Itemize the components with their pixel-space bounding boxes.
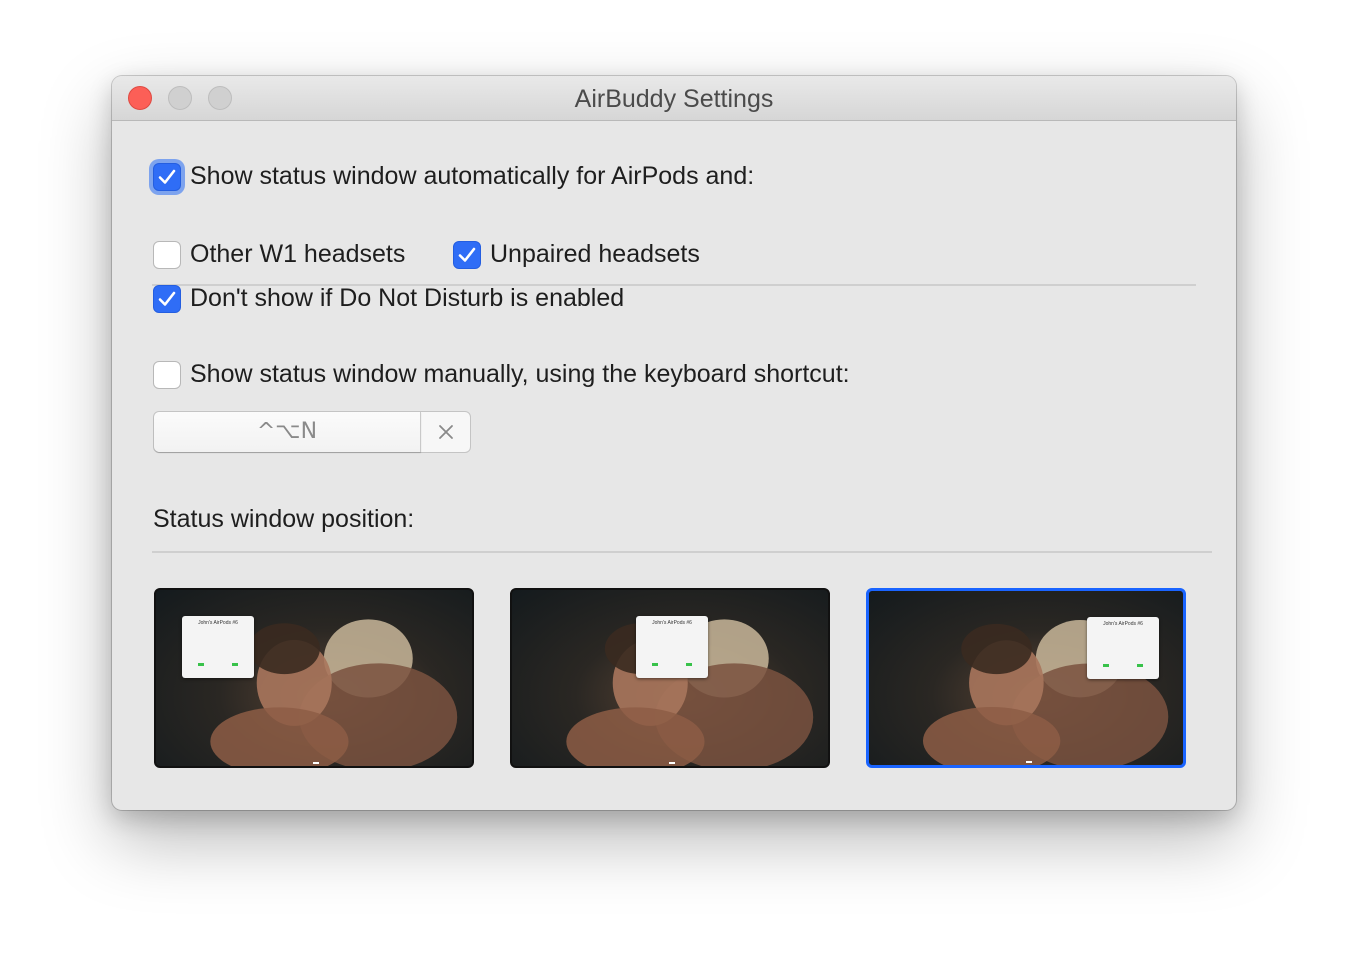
checkmark-icon [158,169,176,184]
settings-window: AirBuddy Settings Show status window aut… [112,76,1236,810]
position-center-option[interactable]: John's AirPods #6 [510,588,830,768]
unpaired-label: Unpaired headsets [490,240,700,268]
preview-title: John's AirPods #6 [1103,621,1143,627]
checkmark-icon [158,291,176,306]
unpaired-checkbox[interactable] [453,240,481,269]
position-left-option[interactable]: John's AirPods #6 [154,588,474,768]
checkmark-icon [458,247,476,262]
status-window-preview: John's AirPods #6 [182,616,254,678]
position-right-option[interactable]: John's AirPods #6 [866,588,1186,768]
battery-indicator [1137,664,1143,667]
auto-show-option[interactable]: Show status window automatically for Air… [153,162,754,191]
preview-title: John's AirPods #6 [198,620,238,626]
other-w1-checkbox[interactable] [153,240,181,269]
position-section-label: Status window position: [153,505,415,533]
battery-indicator [198,663,204,666]
unpaired-option[interactable]: Unpaired headsets [453,240,700,269]
divider [152,551,1212,553]
battery-indicator [232,663,238,666]
other-w1-option[interactable]: Other W1 headsets [153,240,405,269]
auto-show-checkbox[interactable] [153,162,181,191]
close-icon [439,425,453,439]
dock-indicator [1026,761,1032,763]
status-window-preview: John's AirPods #6 [636,616,708,678]
title-bar[interactable]: AirBuddy Settings [112,76,1236,121]
battery-indicator [652,663,658,666]
shortcut-field[interactable]: ^⌥N [154,412,421,452]
dnd-option[interactable]: Don't show if Do Not Disturb is enabled [153,284,624,313]
shortcut-recorder[interactable]: ^⌥N [153,411,471,453]
battery-indicator [686,663,692,666]
window-title: AirBuddy Settings [574,85,774,113]
battery-indicator [1103,664,1109,667]
auto-show-label: Show status window automatically for Air… [190,162,755,190]
settings-content: Show status window automatically for Air… [112,120,1236,810]
manual-show-checkbox[interactable] [153,360,181,389]
status-window-preview: John's AirPods #6 [1087,617,1159,679]
preview-title: John's AirPods #6 [652,620,692,626]
other-w1-label: Other W1 headsets [190,240,406,268]
dnd-label: Don't show if Do Not Disturb is enabled [190,284,625,312]
dnd-checkbox[interactable] [153,284,181,313]
clear-shortcut-button[interactable] [422,412,470,452]
dock-indicator [669,762,675,764]
manual-show-option[interactable]: Show status window manually, using the k… [153,360,850,389]
manual-show-label: Show status window manually, using the k… [190,360,850,388]
dock-indicator [313,762,319,764]
